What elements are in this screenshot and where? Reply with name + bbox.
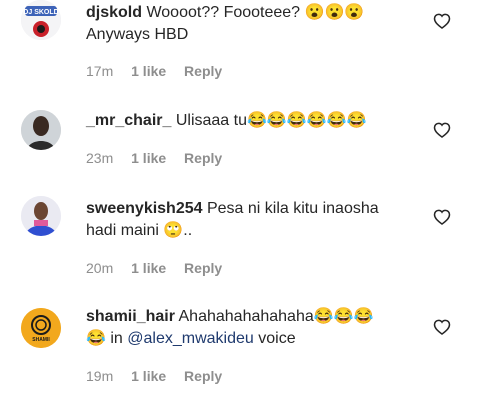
comment-text: djskold Woooot?? Foooteee? 😮😮😮 Anyways H… (86, 2, 416, 46)
avatar[interactable]: DJ SKOLD (21, 0, 61, 40)
likes-count-button[interactable]: 1 like (131, 368, 166, 384)
comment-time: 23m (86, 150, 114, 166)
comment-content-suffix: voice (253, 330, 296, 347)
comment-item: DJ SKOLD djskold Woooot?? Foooteee? 😮😮😮 … (0, 0, 480, 100)
heart-icon[interactable] (432, 120, 452, 140)
comment-time: 19m (86, 368, 114, 384)
likes-count-button[interactable]: 1 like (131, 63, 166, 79)
comment-text: shamii_hair Ahahahahahahaha😂😂😂 😂 in @ale… (86, 306, 416, 350)
comment-content-line2: hadi maini 🙄.. (86, 222, 193, 239)
reply-button[interactable]: Reply (184, 368, 222, 384)
likes-count-button[interactable]: 1 like (131, 150, 166, 166)
comment-text: _mr_chair_ Ulisaaa tu😂😂😂😂😂😂 (86, 110, 416, 132)
mention-link[interactable]: @alex_mwakideu (127, 330, 254, 347)
heart-icon[interactable] (432, 317, 452, 337)
avatar[interactable] (21, 196, 61, 236)
avatar[interactable] (21, 110, 61, 150)
comment-content: Ulisaaa tu😂😂😂😂😂😂 (175, 112, 367, 129)
comment-content: Woooot?? Foooteee? 😮😮😮 (146, 4, 365, 21)
svg-text:DJ SKOLD: DJ SKOLD (23, 9, 58, 16)
heart-icon[interactable] (432, 11, 452, 31)
avatar[interactable]: SHAMII (21, 308, 61, 348)
reply-button[interactable]: Reply (184, 260, 222, 276)
heart-icon[interactable] (432, 207, 452, 227)
comment-text: sweenykish254 Pesa ni kila kitu inaosha … (86, 198, 416, 242)
comment-content-line2: 😂 in (86, 330, 128, 347)
comment-username[interactable]: shamii_hair (86, 308, 175, 325)
reply-button[interactable]: Reply (184, 150, 222, 166)
comment-username[interactable]: sweenykish254 (86, 200, 203, 217)
comment-item: _mr_chair_ Ulisaaa tu😂😂😂😂😂😂 23m 1 like R… (0, 108, 480, 188)
comment-username[interactable]: _mr_chair_ (86, 112, 171, 129)
comment-content: Ahahahahahahaha😂😂😂 (178, 308, 374, 325)
comment-item: SHAMII shamii_hair Ahahahahahahaha😂😂😂 😂 … (0, 306, 480, 401)
comment-meta: 23m 1 like Reply (86, 150, 236, 166)
comment-content-line2: Anyways HBD (86, 26, 189, 43)
comment-meta: 19m 1 like Reply (86, 368, 236, 384)
comment-item: sweenykish254 Pesa ni kila kitu inaosha … (0, 196, 480, 286)
comment-username[interactable]: djskold (86, 4, 142, 21)
comment-time: 17m (86, 63, 114, 79)
likes-count-button[interactable]: 1 like (131, 260, 166, 276)
comment-time: 20m (86, 260, 114, 276)
comment-content: Pesa ni kila kitu inaosha (206, 200, 379, 217)
comment-meta: 17m 1 like Reply (86, 63, 236, 79)
svg-text:SHAMII: SHAMII (32, 337, 50, 343)
reply-button[interactable]: Reply (184, 63, 222, 79)
comment-meta: 20m 1 like Reply (86, 260, 236, 276)
